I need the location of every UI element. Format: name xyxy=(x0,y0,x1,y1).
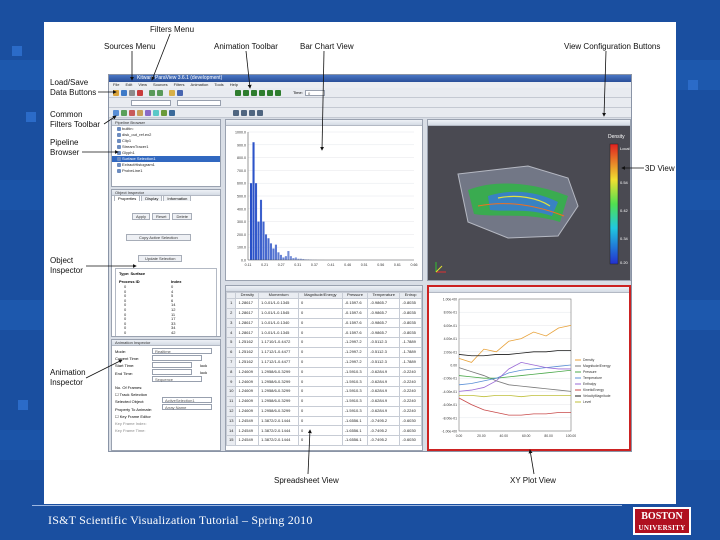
callout-arrows xyxy=(82,33,644,475)
footer-divider xyxy=(32,505,622,506)
boston-university-logo: BOSTON UNIVERSITY xyxy=(633,507,691,535)
footer-course-title: IS&T Scientific Visualization Tutorial –… xyxy=(48,513,313,527)
